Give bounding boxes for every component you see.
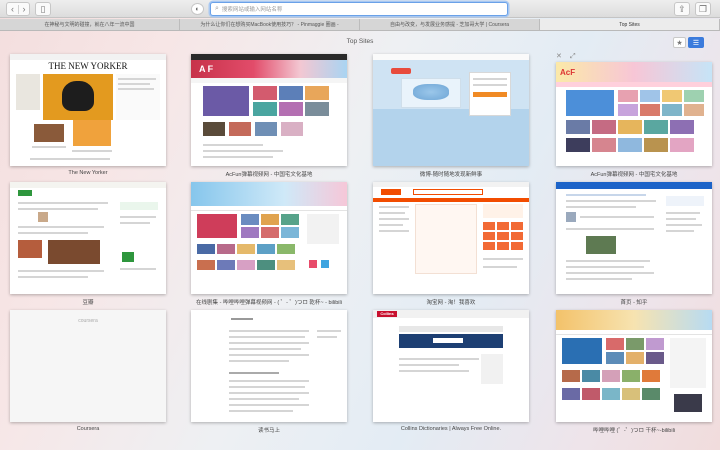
- page-title: Top Sites: [346, 38, 374, 45]
- close-icon[interactable]: ✕: [556, 53, 562, 60]
- coursera-logo: coursera: [78, 318, 98, 324]
- collins-logo: Collins: [377, 311, 397, 317]
- site-thumbnail-weibo[interactable]: [373, 54, 529, 166]
- pin-icon[interactable]: ⤢: [570, 53, 576, 60]
- forward-icon[interactable]: ›: [18, 4, 29, 14]
- share-icon: ⇪: [678, 3, 686, 14]
- new-yorker-masthead: THE NEW YORKER: [48, 61, 128, 71]
- tab-2[interactable]: 为什么让你们在想购买MacBook使用技巧？ - Pinmaggie 圈画 -: [180, 19, 360, 30]
- sidebar-icon: ▯: [40, 3, 46, 14]
- favorites-toggle[interactable]: ★: [673, 37, 686, 48]
- site-label: 豆瓣: [82, 300, 94, 306]
- site-label: 首页 - 知乎: [620, 300, 648, 306]
- star-icon: ★: [676, 39, 683, 47]
- site-thumbnail-zhihu[interactable]: [556, 182, 712, 294]
- privacy-icon[interactable]: ◐: [191, 3, 204, 15]
- site-label: Coursera: [76, 426, 100, 432]
- browser-toolbar: ‹ › ▯ ◐ ⌕ 搜索网站或输入网站名称 ⇪ ❐: [0, 0, 720, 18]
- site-label: AcFun弹幕视频网 - 中国宅文化基地: [590, 172, 678, 178]
- site-thumbnail-bilibili[interactable]: [191, 182, 347, 294]
- site-label: 淘宝网 - 淘！我喜欢: [426, 300, 476, 306]
- site-label: 微博-随时随地发现新鲜事: [419, 172, 483, 178]
- site-thumbnail-bilibili-2[interactable]: [556, 310, 712, 422]
- site-label: AcFun弹幕视频网 - 中国宅文化基地: [225, 172, 313, 178]
- share-button[interactable]: ⇪: [674, 2, 690, 16]
- site-thumbnail-new-yorker[interactable]: THE NEW YORKER: [10, 54, 166, 166]
- grid-view-toggle[interactable]: ☰: [688, 37, 704, 48]
- tabs-overview-button[interactable]: ❐: [695, 2, 711, 16]
- site-label: 哔哩哔哩 (゜-゜)つロ 干杯~-bilibili: [592, 428, 676, 434]
- site-label: Collins Dictionaries | Always Free Onlin…: [400, 426, 502, 432]
- back-forward-buttons[interactable]: ‹ ›: [6, 2, 30, 16]
- search-icon: ⌕: [215, 5, 219, 12]
- tab-bar: 在神秘与文明的碰撞，就在八年一流中国 为什么让你们在想购买MacBook使用技巧…: [0, 19, 720, 31]
- site-thumbnail-coursera[interactable]: coursera: [10, 310, 166, 422]
- site-label: The New Yorker: [68, 170, 108, 176]
- site-thumbnail-collins[interactable]: Collins: [373, 310, 529, 422]
- site-thumbnail-reading[interactable]: [191, 310, 347, 422]
- acfun-logo-2: AcF: [560, 68, 576, 77]
- tab-3[interactable]: 自由与改变，与发展业务感提 - 芝加哥大学 | Coursera: [360, 19, 540, 30]
- sidebar-button[interactable]: ▯: [35, 2, 51, 16]
- tab-1[interactable]: 在神秘与文明的碰撞，就在八年一流中国: [0, 19, 180, 30]
- acfun-logo: A F: [199, 64, 214, 74]
- address-bar[interactable]: ⌕ 搜索网站或输入网站名称: [210, 2, 508, 16]
- site-thumbnail-taobao[interactable]: [373, 182, 529, 294]
- tab-top-sites[interactable]: Top Sites: [540, 19, 720, 30]
- address-placeholder: 搜索网站或输入网站名称: [221, 7, 283, 13]
- site-label: 读书马上: [257, 428, 280, 434]
- back-icon[interactable]: ‹: [7, 4, 18, 14]
- site-thumbnail-acfun[interactable]: A F: [191, 54, 347, 166]
- site-thumbnail-douban[interactable]: [10, 182, 166, 294]
- grid-icon: ☰: [692, 39, 700, 47]
- tabs-icon: ❐: [698, 3, 708, 14]
- site-label: 在线剧集 - 哔哩哔哩弹幕视频网 - ( ゜- ゜)つロ 乾杯~ - bilib…: [196, 300, 342, 306]
- site-thumbnail-acfun-2[interactable]: AcF: [556, 62, 712, 166]
